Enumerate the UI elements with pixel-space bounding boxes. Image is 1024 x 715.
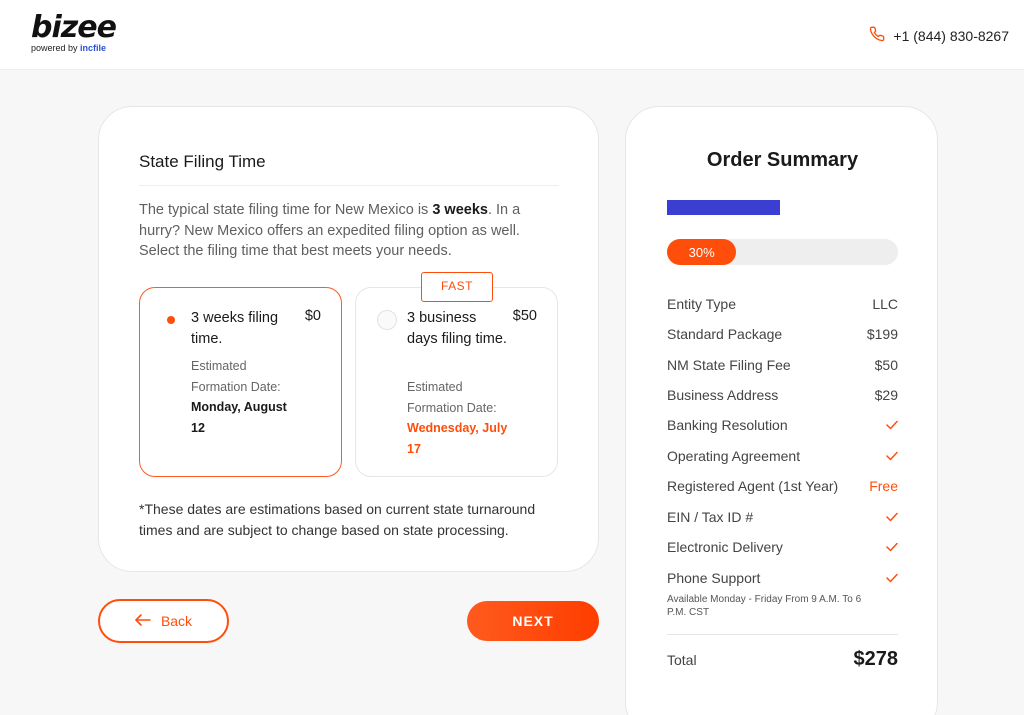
logo-incfile: incfile <box>80 43 107 53</box>
summary-label: Standard Package <box>667 326 783 342</box>
intro-text: The typical state filing time for New Me… <box>139 200 559 262</box>
summary-label: Phone Support <box>667 570 761 586</box>
divider <box>139 185 559 186</box>
total-value: $278 <box>853 648 899 670</box>
summary-row-entity-type: Entity Type LLC <box>667 294 898 314</box>
summary-row-ein: EIN / Tax ID # <box>667 507 898 527</box>
summary-row-standard-package: Standard Package $199 <box>667 324 898 344</box>
filing-option-standard[interactable]: 3 weeks filing time. $0 Estimated Format… <box>139 287 342 477</box>
summary-row-state-filing-fee: NM State Filing Fee $50 <box>667 355 898 375</box>
next-button[interactable]: NEXT <box>467 601 599 641</box>
filing-time-card: State Filing Time The typical state fili… <box>98 106 599 572</box>
progress-label: 30% <box>688 244 715 260</box>
total-label: Total <box>667 651 697 668</box>
check-icon <box>886 451 898 461</box>
radio-expedited[interactable] <box>377 310 397 330</box>
summary-label: Electronic Delivery <box>667 539 783 555</box>
check-icon <box>886 573 898 583</box>
summary-row-electronic-delivery: Electronic Delivery <box>667 537 898 557</box>
summary-label: Banking Resolution <box>667 417 788 433</box>
back-button[interactable]: Back <box>98 599 229 643</box>
brand-bar <box>667 200 780 215</box>
summary-value: Free <box>869 478 898 494</box>
estimated-date: Wednesday, July 17 <box>407 421 508 456</box>
intro-before: The typical state filing time for New Me… <box>139 202 433 218</box>
summary-label: NM State Filing Fee <box>667 357 791 373</box>
summary-label: Operating Agreement <box>667 448 801 464</box>
summary-title: Order Summary <box>706 149 859 171</box>
summary-row-business-address: Business Address $29 <box>667 385 898 405</box>
section-title: State Filing Time <box>139 152 266 171</box>
summary-row-banking-resolution: Banking Resolution <box>667 415 898 435</box>
summary-value: $199 <box>866 326 898 342</box>
estimated-date: Monday, August 12 <box>191 400 287 435</box>
option-title: 3 weeks filing time. <box>191 310 279 347</box>
option-title: 3 business days filing time. <box>407 310 507 347</box>
check-icon <box>886 542 898 552</box>
summary-row-phone-support: Phone Support <box>667 568 898 588</box>
divider <box>667 634 898 635</box>
estimated-label: Estimated Formation Date: <box>191 359 281 394</box>
total-row: Total $278 <box>667 648 898 671</box>
order-summary-card: Order Summary 30% Entity Type LLC Standa… <box>625 106 938 715</box>
option-price: $50 <box>512 308 537 324</box>
check-icon <box>886 512 898 522</box>
logo-powered-text: powered by <box>31 43 81 53</box>
summary-value: LLC <box>872 296 898 312</box>
intro-bold: 3 weeks <box>432 202 488 218</box>
option-price: $0 <box>304 308 321 324</box>
progress-bar: 30% <box>667 239 898 265</box>
footnote: *These dates are estimations based on cu… <box>139 501 536 538</box>
progress-fill: 30% <box>667 239 737 265</box>
phone-link[interactable]: +1 (844) 830-8267 <box>869 26 1009 45</box>
phone-icon <box>869 26 885 45</box>
summary-row-registered-agent: Registered Agent (1st Year) Free <box>667 476 898 496</box>
summary-label: Entity Type <box>667 296 737 312</box>
summary-row-operating-agreement: Operating Agreement <box>667 446 898 466</box>
radio-standard[interactable] <box>161 310 181 330</box>
summary-label: Registered Agent (1st Year) <box>667 478 839 494</box>
summary-value: $29 <box>874 387 898 403</box>
summary-value: $50 <box>874 357 898 373</box>
summary-label: Business Address <box>667 387 779 403</box>
summary-label: EIN / Tax ID # <box>667 509 754 525</box>
filing-option-expedited[interactable]: 3 business days filing time. $50 Estimat… <box>355 287 558 477</box>
logo-wordmark: bizee <box>31 10 117 45</box>
fast-badge: FAST <box>421 272 493 302</box>
back-label: Back <box>160 613 193 629</box>
arrow-left-icon <box>135 613 151 629</box>
phone-number: +1 (844) 830-8267 <box>893 27 1009 44</box>
estimated-label: Estimated Formation Date: <box>407 380 497 415</box>
support-hours-note: Available Monday - Friday From 9 A.M. To… <box>667 594 862 618</box>
bizee-logo[interactable]: bizee powered by incfile <box>31 13 121 55</box>
logo-powered-by: powered by incfile <box>31 43 106 53</box>
top-header: bizee powered by incfile +1 (844) 830-82… <box>0 0 1024 70</box>
check-icon <box>886 420 898 430</box>
